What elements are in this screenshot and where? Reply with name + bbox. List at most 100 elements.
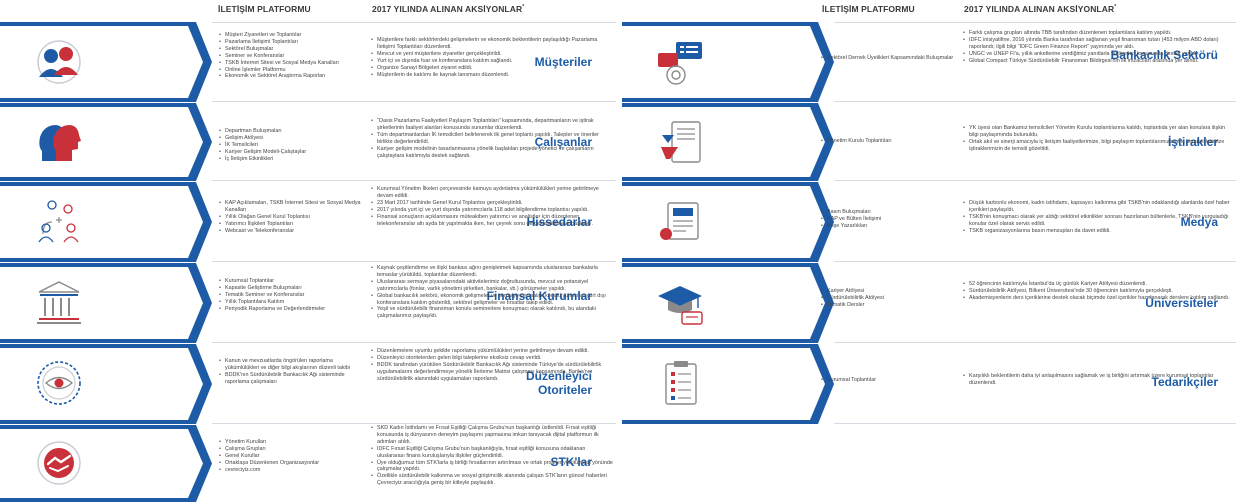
list-item: Yurt içi ve dışında fuar ve konferanslar…	[370, 58, 614, 65]
list-item: Ortak akıl ve sinerji amacıyla iç iletiş…	[962, 139, 1234, 153]
list-item: TSKB'nin konuşmacı olarak yer aldığı sek…	[962, 214, 1234, 228]
list-item: UNGC ve UNEP FI'a, yıllık anketlerine ve…	[962, 51, 1234, 58]
list-item: Basın Buluşmaları	[820, 209, 970, 216]
platform-list: Yönetim Kurulları Çalışma Grupları Genel…	[218, 439, 364, 474]
media-icon	[660, 202, 699, 240]
list-item: Üye olduğumuz tüm STK'larla iş birliği f…	[370, 460, 614, 474]
list-item: Özellikle sürdürülebilir kalkınma ve sos…	[370, 473, 614, 487]
list-item: Sektörel Dernek Üyelikleri Kapsamındaki …	[820, 55, 970, 62]
list-item: Gelişim Atölyesi	[218, 135, 364, 142]
list-item: Kurumsal Toplantılar	[218, 278, 364, 285]
stakeholder-row-employees: Çalışanlar Departman Buluşmaları Gelişim…	[0, 103, 616, 181]
banking-sector-icon	[658, 42, 702, 85]
list-item: Sürdürülebilirlik Atölyesi, Bilkent Üniv…	[962, 288, 1234, 295]
customers-icon	[37, 40, 81, 84]
stakeholder-row-subsidiaries: İştirakler Yönetim Kurulu Toplantıları Y…	[622, 103, 1236, 181]
list-item: Kariyer Atölyesi	[820, 288, 970, 295]
platform-list: KAP Açıklamaları, TSKB İnternet Sitesi v…	[218, 200, 364, 235]
list-item: Global Compact Türkiye Sürdürülebilir Fi…	[962, 58, 1234, 65]
list-item: SKD Kadın İstihdamı ve Fırsat Eşitliği Ç…	[370, 425, 614, 446]
list-item: “Oasis Pazarlama Faaliyetleri Paylaşım T…	[370, 118, 614, 132]
list-item: Karşılıklı beklentilerin daha iyi anlaşı…	[962, 373, 1234, 387]
list-item: Yatırımcı İlişkileri Toplantıları	[218, 221, 364, 228]
list-item: Sektörel Buluşmalar	[218, 46, 364, 53]
suppliers-icon	[665, 361, 697, 405]
subsidiaries-icon	[661, 121, 701, 163]
list-item: Yönetim Kurulları	[218, 439, 364, 446]
list-item: Köşe Yazarlıkları	[820, 223, 970, 230]
actions-list: “Oasis Pazarlama Faaliyetleri Paylaşım T…	[370, 118, 614, 159]
actions-list: 52 öğrencinin katılımıyla İstanbul'da üç…	[962, 281, 1234, 302]
actions-list: Kurumsal Yönetim İlkeleri çerçevesinde k…	[370, 186, 614, 227]
list-item: KAP ve Bülten İletişimi	[820, 216, 970, 223]
actions-list: Kaynak çeşitlendirme ve ilişki bankası a…	[370, 265, 614, 320]
list-item: Yıllık Olağan Genel Kurul Toplantısı	[218, 214, 364, 221]
ngo-icon	[37, 441, 81, 485]
link-cevreciyiz[interactable]: cevreciyiz.com	[218, 467, 364, 474]
list-item: 2017 yılında yurt içi ve yurt dışında ya…	[370, 207, 614, 214]
list-item: TSKB İnternet Sitesi ve Sosyal Medya Kan…	[218, 60, 364, 67]
list-item: Müşterilerin de katılımı ile kaynak lans…	[370, 72, 614, 79]
list-item: Kapasite Geliştirme Buluşmaları	[218, 285, 364, 292]
list-item: İK Temsilcileri	[218, 142, 364, 149]
platform-list: Yönetim Kurulu Toplantıları	[820, 138, 970, 145]
list-item: TSKB organizasyonlarına basın mensupları…	[962, 228, 1234, 235]
list-item: IDFC Fırsat Eşitliği Çalışma Grubu'nun b…	[370, 446, 614, 460]
actions-header: 2017 YILINDA ALINAN AKSİYONLAR*	[372, 4, 525, 14]
actions-list: Müşterilere farklı sektörlerdeki gelişme…	[370, 37, 614, 78]
platform-list: Basın Buluşmaları KAP ve Bülten İletişim…	[820, 209, 970, 230]
employees-icon	[39, 125, 81, 161]
platform-list: Müşteri Ziyaretleri ve Toplantılar Pazar…	[218, 32, 364, 80]
list-item: Yeşil ve sürdürülebilir finansman konulu…	[370, 306, 614, 320]
actions-list: Karşılıklı beklentilerin daha iyi anlaşı…	[962, 373, 1234, 387]
platform-list: Kanun ve mevzuatlarda öngörülen raporlam…	[218, 358, 364, 386]
list-item: Kanun ve mevzuatlarda öngörülen raporlam…	[218, 358, 364, 372]
stakeholder-row-suppliers: Tedarikçiler Kurumsal Toplantılar Karşıl…	[622, 344, 1236, 424]
stakeholder-row-customers: Müşteriler Müşteri Ziyaretleri ve Toplan…	[0, 22, 616, 102]
list-item: Global bankacılık sektörü, ekonomik geli…	[370, 293, 614, 307]
list-item: Tematik Dersler	[820, 302, 970, 309]
list-item: Düzenleyici otoritelerden gelen bilgi ta…	[370, 355, 614, 362]
actions-header: 2017 YILINDA ALINAN AKSİYONLAR*	[964, 4, 1117, 14]
stakeholder-row-shareholders: Hissedarlar KAP Açıklamaları, TSKB İnter…	[0, 182, 616, 262]
list-item: Düşük karbonlu ekonomi, kadın istihdamı,…	[962, 200, 1234, 214]
platform-list: Departman Buluşmaları Gelişim Atölyesi İ…	[218, 128, 364, 163]
list-item: YK üyesi olan Bankamız temsilcileri Yöne…	[962, 125, 1234, 139]
platform-header: İLETİŞİM PLATFORMU	[218, 4, 311, 14]
list-item: Mevcut ve yeni müşterilere ziyaretler ge…	[370, 51, 614, 58]
list-item: Sürdürülebilirlik Atölyesi	[820, 295, 970, 302]
list-item: Kariyer gelişim modelinin tasarlanmasına…	[370, 146, 614, 160]
list-item: Müşteri Ziyaretleri ve Toplantılar	[218, 32, 364, 39]
list-item: 23 Mart 2017 tarihinde Genel Kurul Topla…	[370, 200, 614, 207]
actions-list: Düzenlemelere uyumlu şekilde raporlama y…	[370, 348, 614, 383]
list-item: Uluslararası sermaye piyasalarındaki akt…	[370, 279, 614, 293]
list-item: Yönetim Kurulu Toplantıları	[820, 138, 970, 145]
list-item: Kariyer Gelişim Modeli-Çalıştaylar	[218, 149, 364, 156]
list-item: BDDK'nın Sürdürülebilir Bankacılık Ağı s…	[218, 372, 364, 386]
list-item: Seminer ve Konferanslar	[218, 53, 364, 60]
stakeholder-row-financial-institutions: Finansal Kurumlar Kurumsal Toplantılar K…	[0, 263, 616, 343]
shareholders-icon	[38, 200, 79, 243]
platform-list: Kariyer Atölyesi Sürdürülebilirlik Atöly…	[820, 288, 970, 309]
list-item: Müşterilere farklı sektörlerdeki gelişme…	[370, 37, 614, 51]
list-item: Ekonomik ve Sektörel Araştırma Raporları	[218, 73, 364, 80]
list-item: Düzenlemelere uyumlu şekilde raporlama y…	[370, 348, 614, 355]
list-item: Webcast ve Telekonferanslar	[218, 228, 364, 235]
actions-list: YK üyesi olan Bankamız temsilcileri Yöne…	[962, 125, 1234, 153]
list-item: Çalışma Grupları	[218, 446, 364, 453]
stakeholder-row-universities: Üniversiteler Kariyer Atölyesi Sürdürüle…	[622, 263, 1236, 343]
list-item: BDDK tarafından yürütülen Sürdürülebilir…	[370, 362, 614, 383]
list-item: IDFC inisiyatifine, 2016 yılında Banka t…	[962, 37, 1234, 51]
list-item: Genel Kurullar	[218, 453, 364, 460]
stakeholder-row-banking-sector: Bankacılık Sektörü Sektörel Dernek Üyeli…	[622, 22, 1236, 102]
platform-list: Sektörel Dernek Üyelikleri Kapsamındaki …	[820, 55, 970, 62]
list-item: Farklı çalışma grupları altında TBB tara…	[962, 30, 1234, 37]
list-item: Pazarlama İletişimi Toplantıları	[218, 39, 364, 46]
list-item: Tüm departmanlardan İK temsilcileri beli…	[370, 132, 614, 146]
actions-list: Düşük karbonlu ekonomi, kadın istihdamı,…	[962, 200, 1234, 235]
list-item: Akademisyenlerin ders içeriklerine deste…	[962, 295, 1234, 302]
actions-list: Farklı çalışma grupları altında TBB tara…	[962, 30, 1234, 65]
list-item: Kurumsal Yönetim İlkeleri çerçevesinde k…	[370, 186, 614, 200]
list-item: Yıllık Toplantılara Katılım	[218, 299, 364, 306]
list-item: Kaynak çeşitlendirme ve ilişki bankası a…	[370, 265, 614, 279]
